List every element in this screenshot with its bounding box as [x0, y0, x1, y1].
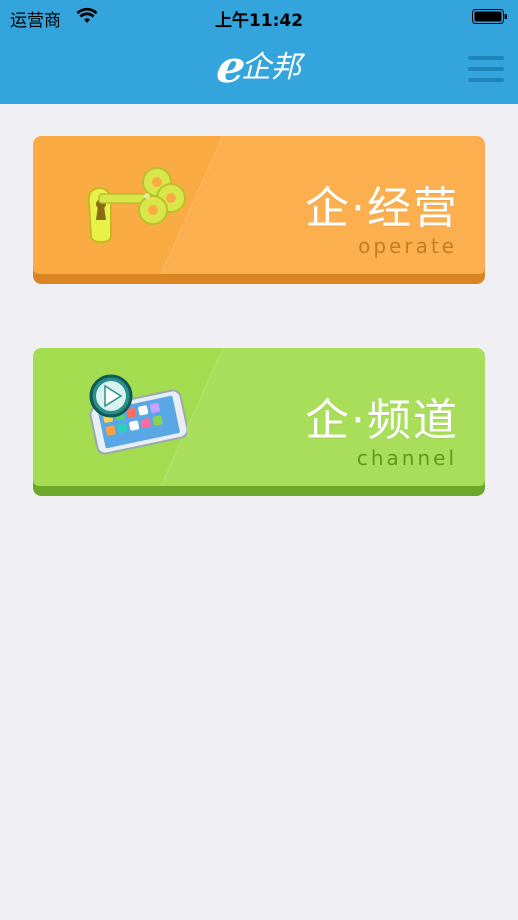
channel-subtitle: channel — [356, 446, 457, 470]
hamburger-menu-icon[interactable] — [468, 54, 504, 84]
status-bar: 运营商 上午11:42 — [0, 0, 518, 34]
clock: 上午11:42 — [214, 11, 304, 31]
key-icon — [87, 167, 186, 244]
channel-title: 企·频道 — [305, 395, 459, 446]
operate-subtitle: operate — [358, 234, 457, 258]
battery-icon — [472, 9, 507, 24]
logo-text: 企邦 — [241, 50, 301, 85]
operate-title: 企·经营 — [305, 183, 459, 234]
channel-card[interactable]: 企·频道 channel — [33, 348, 485, 496]
operate-card[interactable]: 企·经营 operate — [33, 136, 485, 284]
logo-mark: e — [213, 42, 249, 93]
app-logo: e企邦 — [0, 42, 518, 93]
phone-video-icon — [89, 374, 187, 455]
app-header: 运营商 上午11:42 e企邦 — [0, 0, 518, 104]
